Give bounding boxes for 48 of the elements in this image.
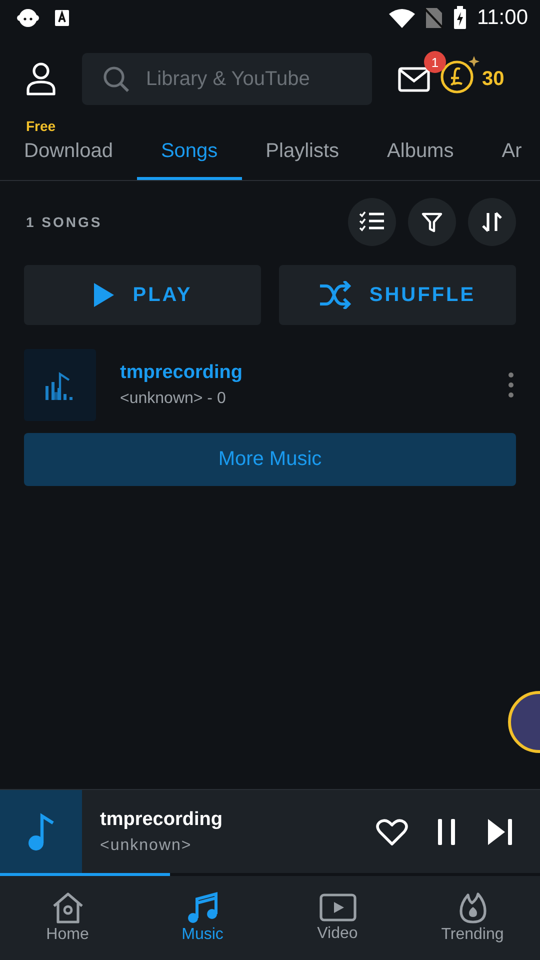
- tab[interactable]: Albums: [363, 134, 478, 180]
- play-button[interactable]: PLAY: [24, 265, 261, 325]
- home-icon: [50, 892, 84, 924]
- filter-icon: [421, 211, 443, 233]
- wifi-icon: [389, 8, 415, 28]
- nav-item[interactable]: Home: [0, 876, 135, 960]
- more-music-button[interactable]: More Music: [24, 433, 516, 486]
- skip-next-icon[interactable]: [486, 818, 514, 846]
- song-count: 1 SONGS: [26, 214, 102, 230]
- now-playing-title: tmprecording: [100, 808, 224, 830]
- mascot-icon: [16, 7, 40, 29]
- heart-icon[interactable]: [376, 818, 408, 846]
- select-list-button[interactable]: [348, 198, 396, 246]
- pause-icon[interactable]: [436, 818, 458, 846]
- notification-badge: 1: [424, 51, 446, 73]
- search-field[interactable]: Library & YouTube: [82, 53, 372, 105]
- now-playing-artist: <unknown>: [100, 836, 193, 854]
- music-note-icon: [27, 812, 55, 850]
- nav-item[interactable]: Video: [270, 876, 405, 960]
- search-icon: [102, 65, 130, 93]
- mail-icon[interactable]: [398, 65, 430, 93]
- free-label: Free: [26, 118, 56, 134]
- more-options-icon[interactable]: [508, 372, 514, 398]
- keyboard-icon: [54, 9, 70, 27]
- shuffle-icon: [319, 281, 352, 309]
- song-subtitle: <unknown> - 0: [120, 390, 227, 408]
- song-title[interactable]: tmprecording: [120, 362, 484, 384]
- tab[interactable]: Playlists: [242, 134, 364, 180]
- sort-button[interactable]: [468, 198, 516, 246]
- tab[interactable]: Download: [0, 134, 137, 180]
- nav-item[interactable]: Music: [135, 876, 270, 960]
- flame-icon: [458, 892, 488, 924]
- filter-button[interactable]: [408, 198, 456, 246]
- no-sim-icon: [425, 7, 443, 29]
- nav-item[interactable]: Trending: [405, 876, 540, 960]
- play-icon: [92, 282, 115, 308]
- tab[interactable]: Songs: [136, 134, 242, 180]
- profile-icon[interactable]: [26, 62, 56, 96]
- coin-count: 30: [482, 68, 504, 90]
- tab[interactable]: Ar: [478, 134, 540, 180]
- video-play-icon: [318, 893, 356, 923]
- sort-icon: [481, 211, 503, 233]
- shuffle-button[interactable]: SHUFFLE: [279, 265, 516, 325]
- battery-charging-icon: [453, 6, 467, 30]
- checklist-icon: [359, 211, 385, 233]
- music-notes-icon: [186, 892, 220, 924]
- coin-icon[interactable]: [440, 54, 480, 94]
- status-time: 11:00: [477, 6, 528, 30]
